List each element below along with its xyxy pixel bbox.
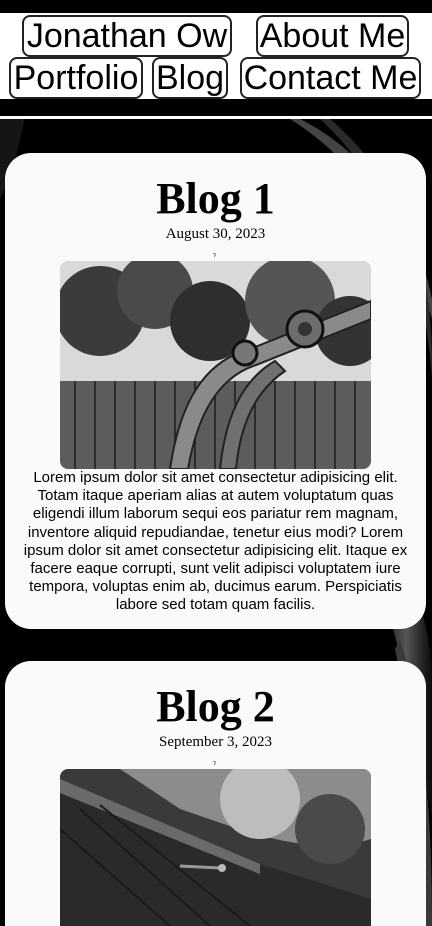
blog-title: Blog 1 [156,174,275,223]
nav-portfolio-button[interactable]: Portfolio [9,57,143,99]
blog-date: August 30, 2023 [165,226,266,242]
blog-date: September 3, 2023 [159,734,272,750]
header-bottom-bar [0,99,432,114]
header-divider [0,116,432,119]
image-placeholder-mark: ˀ [213,760,216,769]
nav-home-button[interactable]: Jonathan Ow [22,15,232,57]
nav-about-button[interactable]: About Me [256,15,409,57]
nav-contact-button[interactable]: Contact Me [240,57,421,99]
blog-image [60,769,371,926]
blog-body: Lorem ipsum dolor sit amet consectetur a… [23,469,408,614]
blog-image [60,261,371,469]
site-header: Jonathan Ow About Me Portfolio Blog Cont… [0,0,432,114]
blog-card: Blog 1 August 30, 2023 ˀ Lorem ipsum dol… [5,153,426,629]
blog-card: Blog 2 September 3, 2023 ˀ [5,661,426,926]
header-top-bar [0,0,432,13]
nav-blog-button[interactable]: Blog [152,57,228,99]
blog-title: Blog 2 [156,682,275,731]
image-placeholder-mark: ˀ [213,252,216,261]
